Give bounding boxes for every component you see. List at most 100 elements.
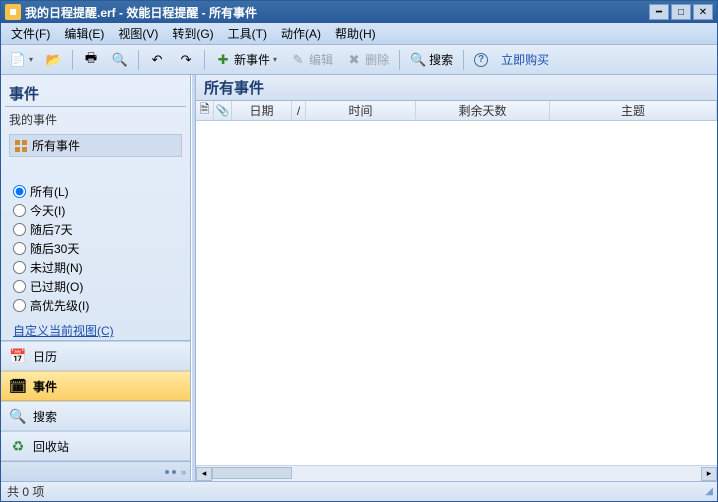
open-button[interactable]: 📂: [41, 49, 67, 71]
radio-today[interactable]: 今天(I): [13, 202, 178, 219]
radio-label: 随后30天: [30, 240, 79, 257]
tree-all-events[interactable]: 所有事件: [9, 134, 182, 157]
radio-input[interactable]: [13, 280, 26, 293]
plus-icon: ✚: [215, 52, 231, 68]
nav-calendar[interactable]: 📅 日历: [1, 341, 190, 371]
maximize-button[interactable]: □: [671, 4, 691, 20]
dot-icon: [172, 470, 176, 474]
col-icon[interactable]: 🗎: [196, 101, 214, 120]
calendar-icon: 📅: [9, 347, 27, 365]
separator: [399, 50, 400, 70]
radio-next30[interactable]: 随后30天: [13, 240, 178, 257]
col-subject[interactable]: 主题: [550, 101, 717, 120]
customize-view-link[interactable]: 自定义当前视图(C): [5, 314, 186, 339]
separator: [138, 50, 139, 70]
delete-icon: ✖: [346, 52, 362, 68]
sidebar-title: 事件: [5, 79, 186, 107]
window-controls: ━ □ ✕: [649, 4, 713, 20]
edit-label: 编辑: [309, 51, 333, 68]
toolbar: 📄▾ 📂 🖶 🔍 ↶ ↷ ✚新事件▾ ✎编辑 ✖删除 🔍搜索 ? 立即购买: [1, 45, 717, 75]
nav-label: 回收站: [33, 438, 69, 455]
edit-button[interactable]: ✎编辑: [285, 49, 338, 71]
menu-view[interactable]: 视图(V): [112, 23, 164, 44]
event-icon: 🗓: [9, 377, 27, 395]
menu-edit[interactable]: 编辑(E): [58, 23, 110, 44]
app-icon: [5, 4, 21, 20]
col-attachment[interactable]: 📎: [214, 101, 232, 120]
resize-grip[interactable]: ◢: [705, 486, 711, 497]
buy-button[interactable]: 立即购买: [496, 49, 554, 71]
radio-input[interactable]: [13, 242, 26, 255]
tree-item-label: 所有事件: [32, 137, 80, 154]
redo-button[interactable]: ↷: [173, 49, 199, 71]
chevron-down-icon: ▾: [29, 55, 33, 64]
sidebar-top: 事件 我的事件 所有事件 所有(L) 今天(I) 随后7天 随后30天 未过期(…: [1, 75, 190, 340]
undo-button[interactable]: ↶: [144, 49, 170, 71]
radio-input[interactable]: [13, 204, 26, 217]
filter-radio-group: 所有(L) 今天(I) 随后7天 随后30天 未过期(N) 已过期(O) 高优先…: [5, 183, 186, 314]
radio-label: 高优先级(I): [30, 297, 89, 314]
radio-all[interactable]: 所有(L): [13, 183, 178, 200]
chevron-icon[interactable]: »: [181, 467, 186, 477]
minimize-button[interactable]: ━: [649, 4, 669, 20]
menu-actions[interactable]: 动作(A): [275, 23, 327, 44]
col-label: 主题: [621, 102, 645, 119]
menu-goto[interactable]: 转到(G): [166, 23, 219, 44]
radio-expired[interactable]: 已过期(O): [13, 278, 178, 295]
col-label: 剩余天数: [458, 102, 506, 119]
delete-label: 删除: [365, 51, 389, 68]
radio-input[interactable]: [13, 299, 26, 312]
nav-search[interactable]: 🔍搜索: [1, 401, 190, 431]
scroll-track[interactable]: [212, 467, 701, 481]
separator: [72, 50, 73, 70]
menu-help[interactable]: 帮助(H): [329, 23, 382, 44]
new-file-button[interactable]: 📄▾: [5, 49, 38, 71]
col-time[interactable]: 时间: [306, 101, 416, 120]
redo-icon: ↷: [178, 52, 194, 68]
menu-tools[interactable]: 工具(T): [222, 23, 273, 44]
col-label: /: [297, 104, 300, 118]
radio-label: 所有(L): [30, 183, 69, 200]
separator: [204, 50, 205, 70]
new-event-button[interactable]: ✚新事件▾: [210, 49, 282, 71]
search-button[interactable]: 🔍搜索: [405, 49, 458, 71]
recycle-icon: ♻: [9, 437, 27, 455]
main-header: 所有事件: [196, 75, 717, 101]
menu-file[interactable]: 文件(F): [5, 23, 56, 44]
radio-notexpired[interactable]: 未过期(N): [13, 259, 178, 276]
print-button[interactable]: 🖶: [78, 49, 104, 71]
nav-label: 事件: [33, 378, 57, 395]
radio-input[interactable]: [13, 261, 26, 274]
main-panel: 所有事件 🗎 📎 日期 / 时间 剩余天数 主题 ◂ ▸: [196, 75, 717, 481]
dot-icon: [165, 470, 169, 474]
horizontal-scrollbar[interactable]: ◂ ▸: [196, 465, 717, 481]
col-divider[interactable]: /: [292, 101, 306, 120]
menubar: 文件(F) 编辑(E) 视图(V) 转到(G) 工具(T) 动作(A) 帮助(H…: [1, 23, 717, 45]
radio-input[interactable]: [13, 185, 26, 198]
radio-label: 未过期(N): [30, 259, 83, 276]
nav-events[interactable]: 🗓 事件: [1, 371, 190, 401]
scroll-right-button[interactable]: ▸: [701, 467, 717, 481]
radio-highpriority[interactable]: 高优先级(I): [13, 297, 178, 314]
open-icon: 📂: [46, 52, 62, 68]
nav-label: 日历: [33, 348, 57, 365]
col-date[interactable]: 日期: [232, 101, 292, 120]
radio-next7[interactable]: 随后7天: [13, 221, 178, 238]
col-daysleft[interactable]: 剩余天数: [416, 101, 550, 120]
print-preview-button[interactable]: 🔍: [107, 49, 133, 71]
app-window: 我的日程提醒.erf - 效能日程提醒 - 所有事件 ━ □ ✕ 文件(F) 编…: [0, 0, 718, 502]
scroll-thumb[interactable]: [212, 467, 292, 479]
radio-label: 今天(I): [30, 202, 65, 219]
column-headers: 🗎 📎 日期 / 时间 剩余天数 主题: [196, 101, 717, 121]
search-icon: 🔍: [410, 52, 426, 68]
nav-recycle[interactable]: ♻ 回收站: [1, 431, 190, 461]
close-button[interactable]: ✕: [693, 4, 713, 20]
search-icon: 🔍: [9, 407, 27, 425]
scroll-left-button[interactable]: ◂: [196, 467, 212, 481]
event-list[interactable]: [196, 121, 717, 465]
titlebar: 我的日程提醒.erf - 效能日程提醒 - 所有事件 ━ □ ✕: [1, 1, 717, 23]
chevron-down-icon: ▾: [273, 55, 277, 64]
delete-button[interactable]: ✖删除: [341, 49, 394, 71]
help-button[interactable]: ?: [469, 49, 493, 71]
radio-input[interactable]: [13, 223, 26, 236]
